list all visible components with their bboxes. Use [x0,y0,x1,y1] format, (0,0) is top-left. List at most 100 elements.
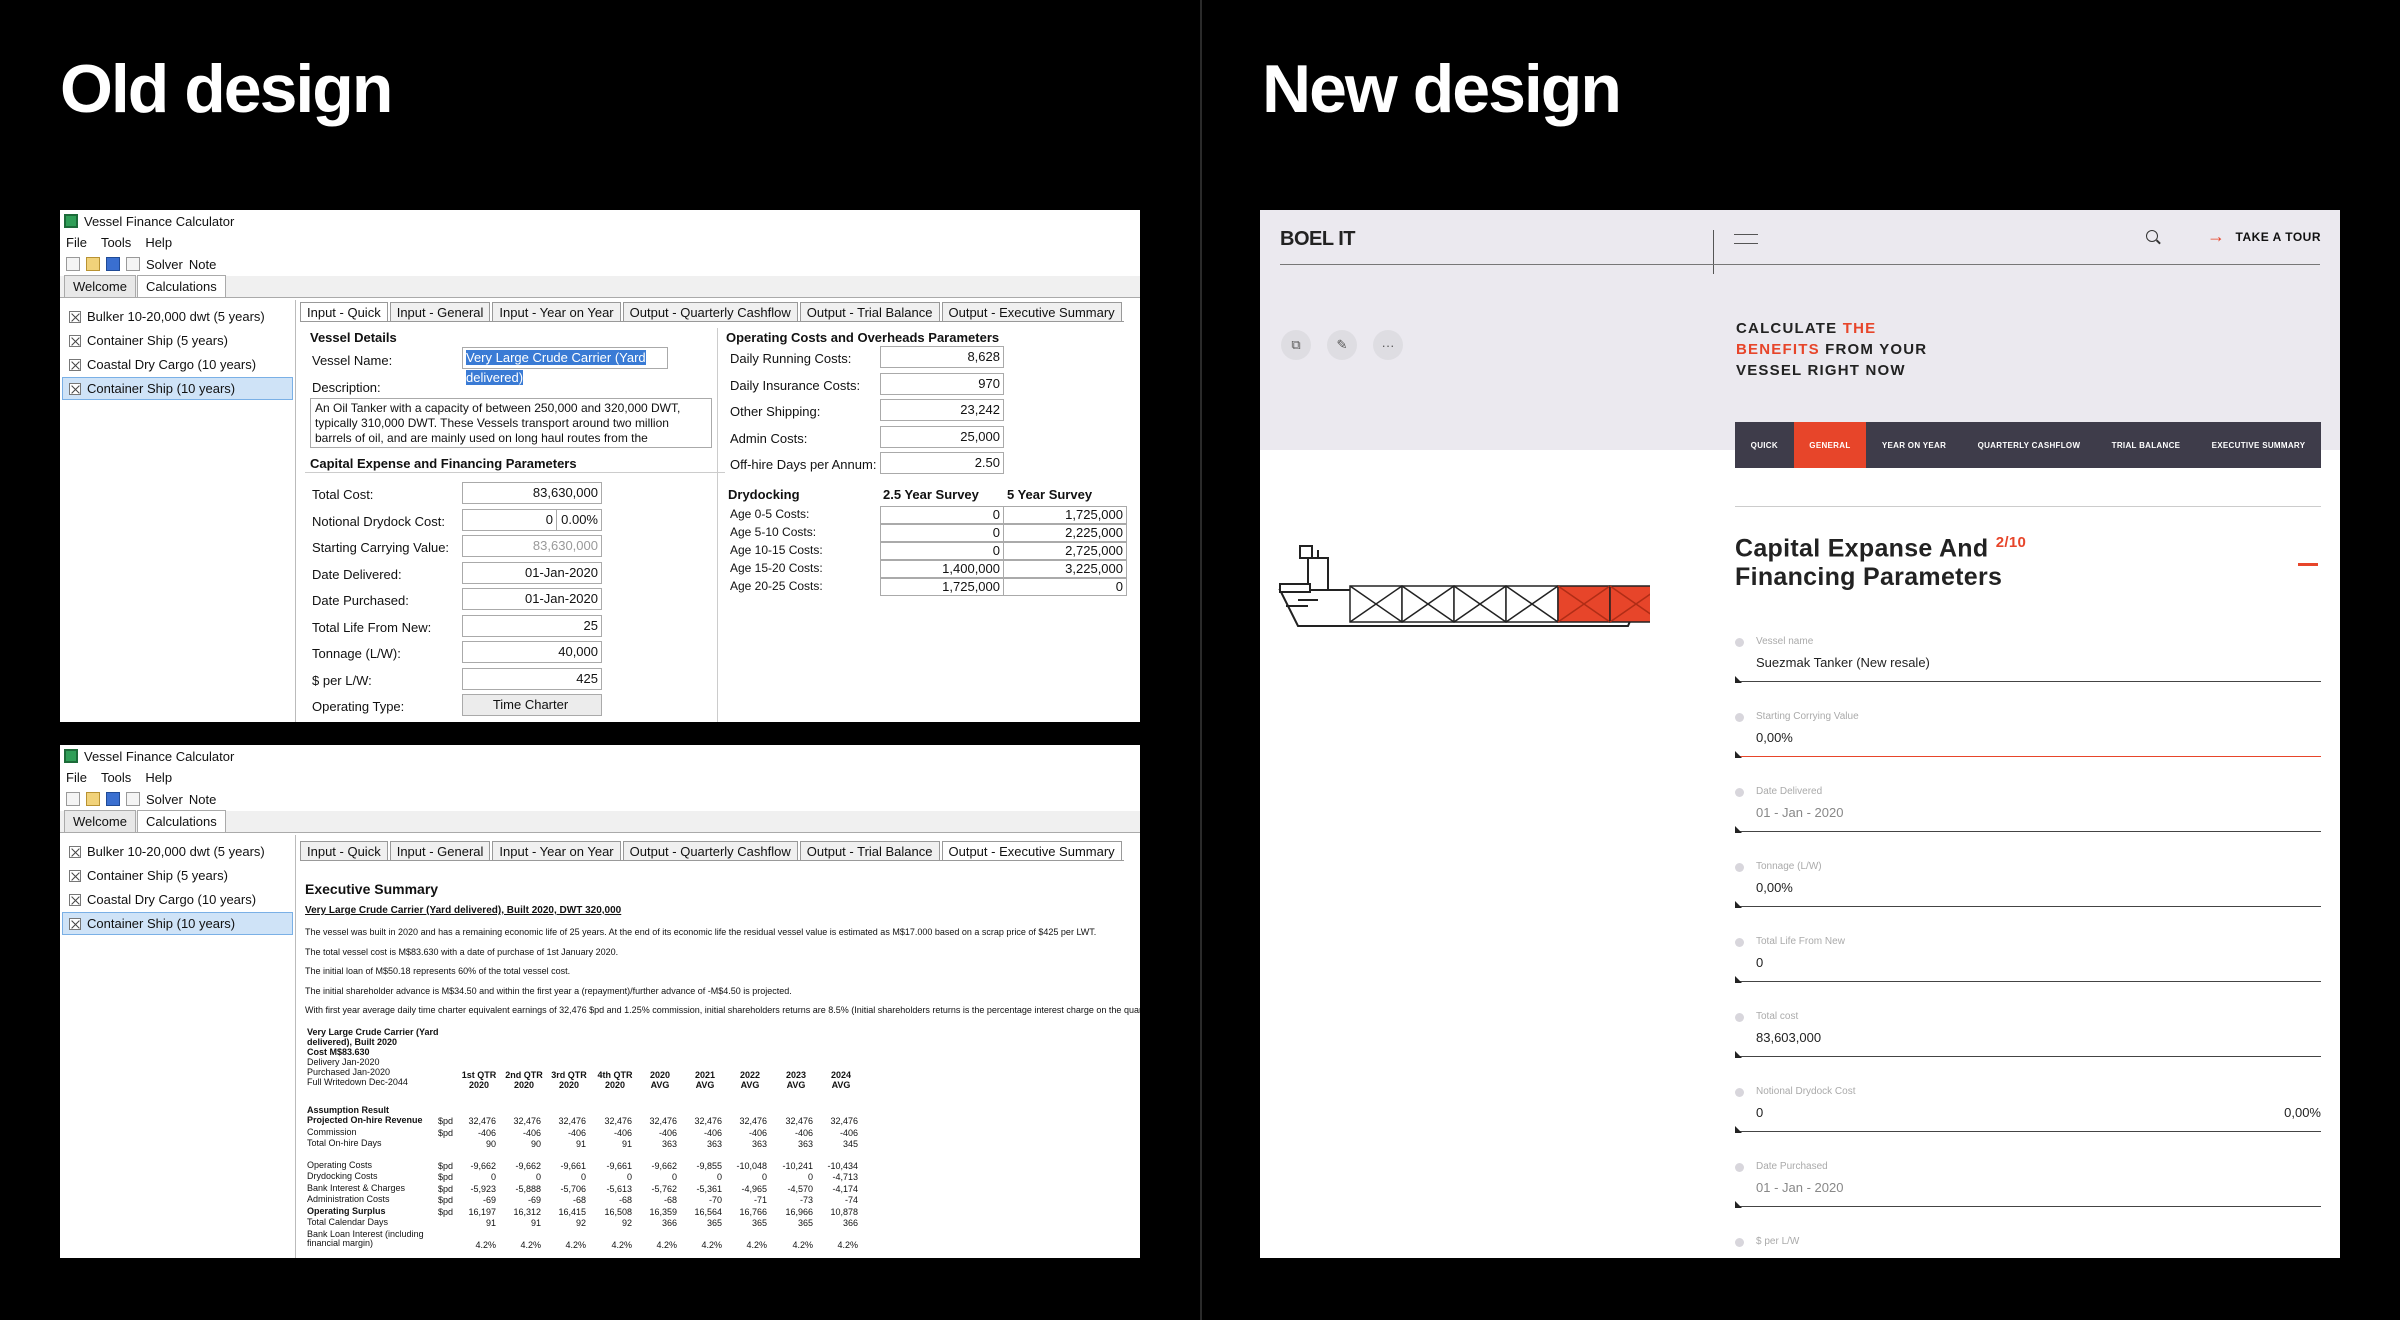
print-icon[interactable] [126,792,140,806]
opex-input[interactable]: 23,242 [880,399,1004,421]
capex-input[interactable]: 40,000 [462,641,602,663]
tab-input-general[interactable]: Input - General [389,841,491,860]
menu-icon[interactable] [1734,234,1758,244]
tab-output-quarterly[interactable]: Output - Quarterly Cashflow [622,302,798,321]
tab-input-quick[interactable]: Input - Quick [300,841,388,860]
field-value[interactable]: 01 - Jan - 2020 [1756,1180,1843,1195]
external-link-icon[interactable]: ⧉ [1281,330,1311,360]
opex-input[interactable]: 2.50 [880,452,1004,474]
tab-output-trial-balance[interactable]: Output - Trial Balance [799,302,940,321]
tab-welcome[interactable]: Welcome [64,275,136,297]
tab-input-year-on-year[interactable]: Input - Year on Year [492,302,621,321]
tab-executive-summary[interactable]: EXECUTIVE SUMMARY [2196,422,2321,468]
field-value[interactable]: 0 [1756,1105,1763,1120]
note-button[interactable]: Note [189,792,216,807]
capex-input[interactable]: 425 [462,667,602,690]
field-value[interactable]: 10,00% [1756,1255,1800,1258]
menu-file[interactable]: File [66,235,87,250]
form-field[interactable]: Vessel name Suezmak Tanker (New resale) [1735,632,2321,683]
form-field[interactable]: Date Delivered 01 - Jan - 2020 [1735,782,2321,833]
capex-input[interactable]: 0 [462,508,557,531]
note-button[interactable]: Note [189,257,216,272]
vessel-list-item[interactable]: Coastal Dry Cargo (10 years) [62,888,293,911]
capex-input[interactable]: 01-Jan-2020 [462,561,602,584]
vessel-list-item[interactable]: Container Ship (10 years) [62,377,293,400]
solver-button[interactable]: Solver [146,792,183,807]
tab-output-trial-balance[interactable]: Output - Trial Balance [799,841,940,860]
tab-quarterly-cashflow[interactable]: QUARTERLY CASHFLOW [1962,422,2096,468]
search-icon[interactable] [2146,230,2158,242]
tab-calculations[interactable]: Calculations [136,810,226,832]
capex-input[interactable]: 01-Jan-2020 [462,588,602,610]
close-x-icon[interactable] [69,358,81,371]
tab-input-year-on-year[interactable]: Input - Year on Year [492,841,621,860]
tab-input-general[interactable]: Input - General [389,302,491,321]
tab-output-quarterly[interactable]: Output - Quarterly Cashflow [622,841,798,860]
vessel-list-item[interactable]: Container Ship (5 years) [62,864,293,887]
tab-trial-balance[interactable]: TRIAL BALANCE [2096,422,2196,468]
collapse-icon[interactable] [2298,563,2318,566]
field-value[interactable]: 0,00% [1756,730,1793,745]
open-folder-icon[interactable] [86,792,100,806]
vessel-list-item[interactable]: Coastal Dry Cargo (10 years) [62,353,293,376]
menu-tools[interactable]: Tools [101,235,131,250]
form-field[interactable]: Tonnage (L/W) 0,00% [1735,857,2321,908]
tab-calculations[interactable]: Calculations [136,275,226,297]
tab-input-quick[interactable]: Input - Quick [300,302,388,321]
close-x-icon[interactable] [69,310,81,323]
field-value[interactable]: 0 [1756,955,1763,970]
form-field[interactable]: Starting Corrying Value 0,00% [1735,707,2321,758]
brand-logo[interactable]: BOEL IT [1280,228,1356,251]
save-icon[interactable] [106,792,120,806]
field-value[interactable]: 01 - Jan - 2020 [1756,805,1843,820]
menu-tools[interactable]: Tools [101,770,131,785]
menu-help[interactable]: Help [145,770,172,785]
field-value[interactable]: Suezmak Tanker (New resale) [1756,655,1930,670]
menu-file[interactable]: File [66,770,87,785]
form-field[interactable]: Total cost 83,603,000 [1735,1007,2321,1058]
form-field[interactable]: Date Purchased 01 - Jan - 2020 [1735,1157,2321,1208]
form-field[interactable]: Notional Drydock Cost 0 0,00% [1735,1082,2321,1133]
drydock-5-input[interactable]: 2,225,000 [1003,524,1127,542]
form-field[interactable]: $ per L/W 10,00% [1735,1232,2321,1258]
drydock-2-5-input[interactable]: 0 [880,542,1004,560]
capex-input[interactable]: 83,630,000 [462,535,602,557]
close-x-icon[interactable] [69,382,81,395]
more-icon[interactable]: ··· [1373,330,1403,360]
solver-button[interactable]: Solver [146,257,183,272]
save-icon[interactable] [106,257,120,271]
close-x-icon[interactable] [69,869,81,882]
vessel-list-item[interactable]: Container Ship (5 years) [62,329,293,352]
tab-welcome[interactable]: Welcome [64,810,136,832]
vessel-list-item[interactable]: Container Ship (10 years) [62,912,293,935]
opex-input[interactable]: 970 [880,372,1004,395]
field-value[interactable]: 0,00% [1756,880,1793,895]
tab-year-on-year[interactable]: YEAR ON YEAR [1866,422,1962,468]
capex-input[interactable]: 83,630,000 [462,482,602,504]
drydock-2-5-input[interactable]: 1,725,000 [880,578,1004,596]
opex-input[interactable]: 8,628 [880,346,1004,368]
open-folder-icon[interactable] [86,257,100,271]
vessel-list-item[interactable]: Bulker 10-20,000 dwt (5 years) [62,840,293,863]
capex-pct-input[interactable]: 0.00% [556,508,602,531]
menu-help[interactable]: Help [145,235,172,250]
form-field[interactable]: Total Life From New 0 [1735,932,2321,983]
close-x-icon[interactable] [69,334,81,347]
opex-input[interactable]: 25,000 [880,425,1004,448]
tab-quick[interactable]: QUICK [1735,422,1794,468]
field-value[interactable]: 83,603,000 [1756,1030,1821,1045]
capex-input[interactable]: 25 [462,614,602,637]
print-icon[interactable] [126,257,140,271]
drydock-5-input[interactable]: 3,225,000 [1003,560,1127,578]
field-value-right[interactable]: 0,00% [2284,1105,2321,1120]
vessel-list-item[interactable]: Bulker 10-20,000 dwt (5 years) [62,305,293,328]
tab-output-executive[interactable]: Output - Executive Summary [941,841,1122,860]
edit-icon[interactable]: ✎ [1327,330,1357,360]
description-textarea[interactable]: An Oil Tanker with a capacity of between… [310,398,712,448]
drydock-5-input[interactable]: 0 [1003,578,1127,596]
close-x-icon[interactable] [69,845,81,858]
drydock-2-5-input[interactable]: 0 [880,524,1004,542]
new-file-icon[interactable] [66,257,80,271]
new-file-icon[interactable] [66,792,80,806]
take-tour-link[interactable]: → TAKE A TOUR [2207,226,2321,247]
